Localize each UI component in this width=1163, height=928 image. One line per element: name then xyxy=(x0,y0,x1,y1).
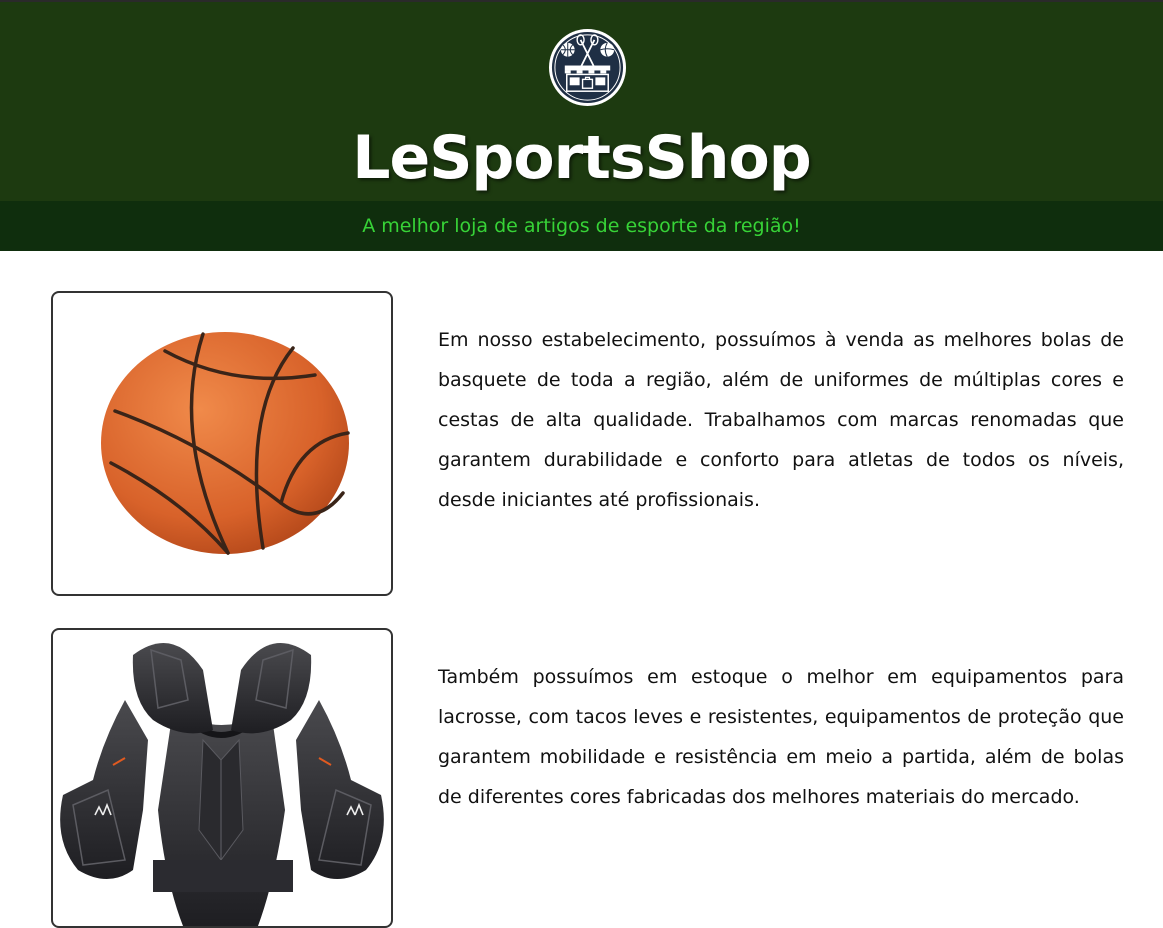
site-header: LeSportsShop A melhor loja de artigos de… xyxy=(0,0,1163,251)
site-title: LeSportsShop xyxy=(352,123,811,193)
section-text-basketball: Em nosso estabelecimento, possuímos à ve… xyxy=(438,329,1124,511)
product-image-card-lacrosse xyxy=(51,628,393,928)
basketball-image xyxy=(101,332,350,555)
site-tagline: A melhor loja de artigos de esporte da r… xyxy=(362,215,801,237)
sports-shop-logo-icon xyxy=(548,28,627,107)
product-image-card-basketball xyxy=(51,291,393,596)
lacrosse-shoulder-pads-image xyxy=(60,643,384,926)
section-text-lacrosse: Também possuímos em estoque o melhor em … xyxy=(438,666,1124,808)
header-top-border xyxy=(0,0,1163,2)
